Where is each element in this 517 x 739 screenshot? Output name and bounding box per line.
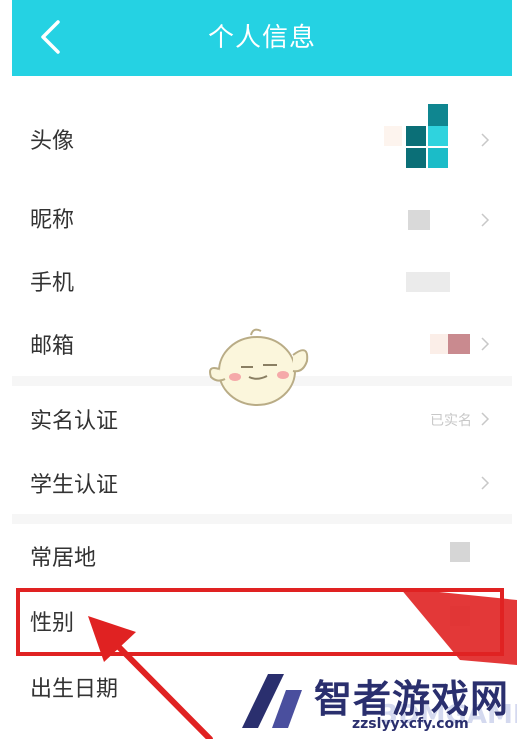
mascot-image [209,328,309,406]
row-label: 昵称 [30,208,75,233]
row-nickname[interactable]: 昵称 [12,186,512,250]
row-label: 学生认证 [30,473,119,498]
section-divider [12,514,512,524]
realname-status: 已实名 [430,413,472,429]
row-avatar[interactable]: 头像 [12,76,512,201]
row-label: 邮箱 [30,334,75,359]
email-value-fade [430,334,448,354]
chevron-right-icon [481,213,490,227]
nickname-value [408,210,430,230]
residence-value [450,542,470,562]
highlight-box [16,588,504,656]
chevron-right-icon [481,476,490,490]
phone-value [406,272,450,292]
chevron-right-icon [481,337,490,351]
chevron-right-icon [481,133,490,147]
row-residence[interactable]: 常居地 [12,524,512,588]
watermark-title: 智者游戏网 [314,677,510,721]
row-phone[interactable]: 手机 [12,250,512,312]
left-margin [0,0,12,739]
row-label: 出生日期 [30,677,119,702]
row-label: 手机 [30,271,75,296]
row-student[interactable]: 学生认证 [12,452,512,514]
app-header: 个人信息 [12,0,512,76]
watermark-logo-icon [242,674,302,728]
row-label: 实名认证 [30,409,119,434]
email-value [448,334,470,354]
watermark-url: zzslyyxcfy.com [352,716,469,732]
chevron-right-icon [481,412,490,426]
row-label: 头像 [30,128,75,154]
page-title: 个人信息 [207,23,316,53]
avatar[interactable] [384,104,450,168]
row-label: 常居地 [30,546,97,571]
